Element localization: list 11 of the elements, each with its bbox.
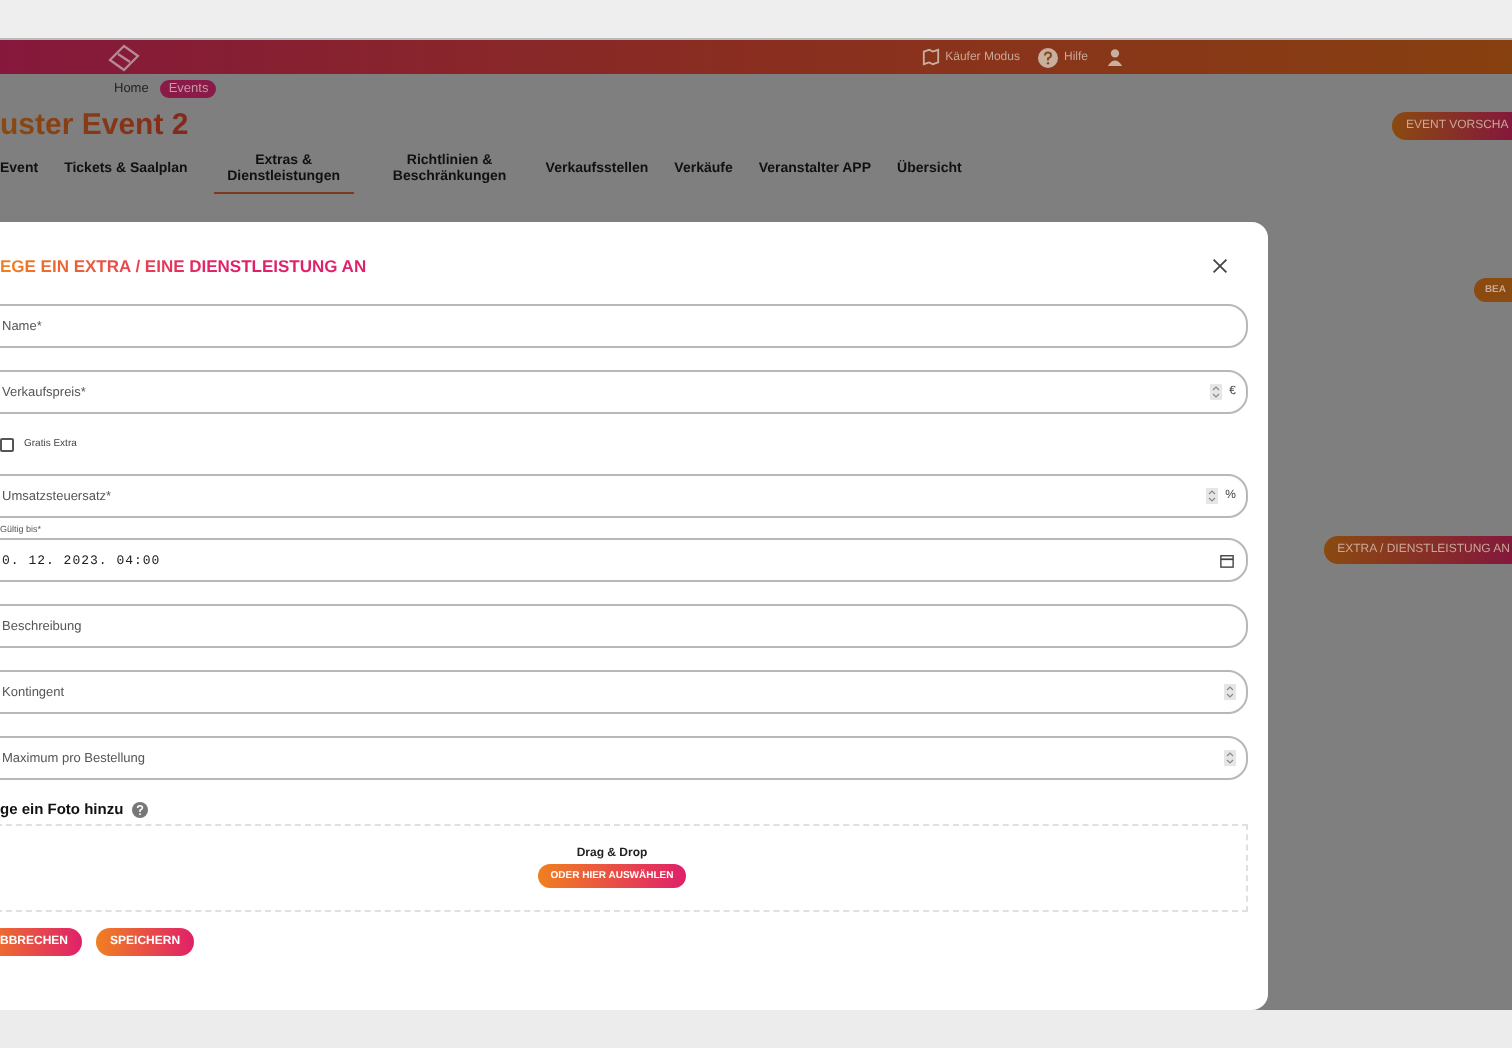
checkbox[interactable] xyxy=(0,437,14,451)
map-icon[interactable] xyxy=(921,48,940,66)
help-icon[interactable] xyxy=(1037,47,1058,67)
ticket-logo-icon[interactable] xyxy=(104,43,144,71)
dialog-title: EGE EIN EXTRA / EINE DIENSTLEISTUNG AN xyxy=(0,256,367,276)
user-icon[interactable] xyxy=(1106,48,1124,66)
spinner-icon[interactable] xyxy=(1224,684,1236,700)
spinner-icon[interactable] xyxy=(1224,750,1236,766)
calendar-icon[interactable] xyxy=(1220,553,1234,567)
close-icon[interactable] xyxy=(1212,258,1228,274)
help-icon[interactable] xyxy=(131,801,148,817)
